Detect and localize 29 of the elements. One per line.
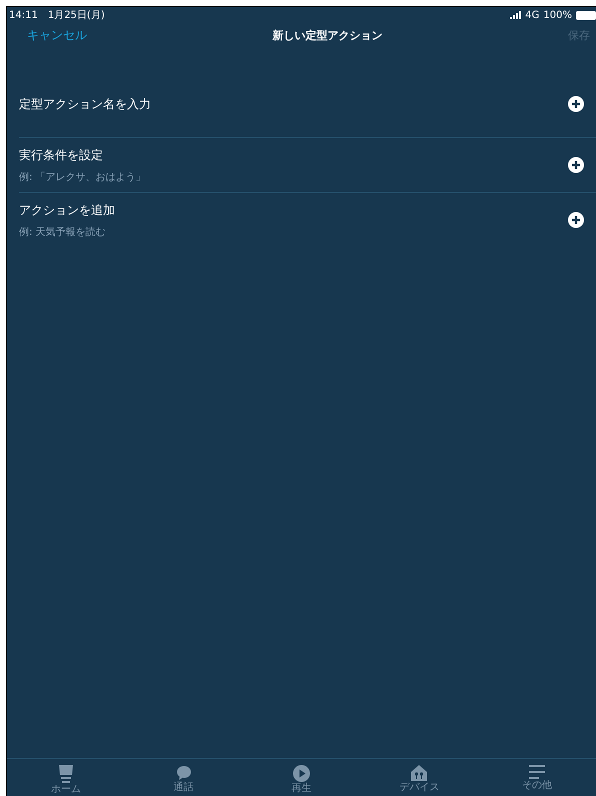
row-hint: 例: 天気予報を読む: [19, 226, 107, 238]
tab-label[interactable]: 通話: [174, 782, 194, 794]
play-icon[interactable]: [292, 765, 310, 782]
list-row[interactable]: アクションを追加 例: 天気予報を読む: [19, 192, 596, 247]
row-title: アクションを追加: [19, 202, 115, 218]
add-icon[interactable]: [568, 96, 584, 112]
signal-icon: [510, 11, 522, 19]
tab-label[interactable]: 再生: [291, 783, 312, 795]
tab-label[interactable]: その他: [522, 780, 552, 792]
list-row[interactable]: 実行条件を設定 例: 「アレクサ、おはよう」: [19, 137, 596, 192]
battery-percent: 100%: [543, 10, 572, 20]
add-icon[interactable]: [568, 212, 584, 228]
menu-icon[interactable]: [529, 765, 546, 779]
home-icon[interactable]: [58, 765, 74, 783]
battery-icon: [576, 10, 596, 20]
screen-title: 新しい定型アクション: [272, 28, 382, 42]
add-icon[interactable]: [568, 157, 584, 173]
tab-label[interactable]: デバイス: [399, 782, 440, 794]
tab-label[interactable]: ホーム: [50, 784, 81, 796]
status-date: 1月25日(月): [48, 9, 105, 22]
list-row[interactable]: 定型アクション名を入力: [19, 77, 596, 137]
row-title: 実行条件を設定: [19, 146, 104, 164]
row-hint: 例: 「アレクサ、おはよう」: [19, 170, 146, 184]
row-title: 定型アクション名を入力: [19, 96, 151, 112]
status-time: 14:11: [9, 10, 38, 20]
house-icon[interactable]: [411, 765, 428, 781]
chat-bubble-icon[interactable]: [176, 765, 192, 781]
cancel-button[interactable]: キャンセル: [27, 26, 87, 44]
network-type: 4G: [525, 10, 540, 20]
